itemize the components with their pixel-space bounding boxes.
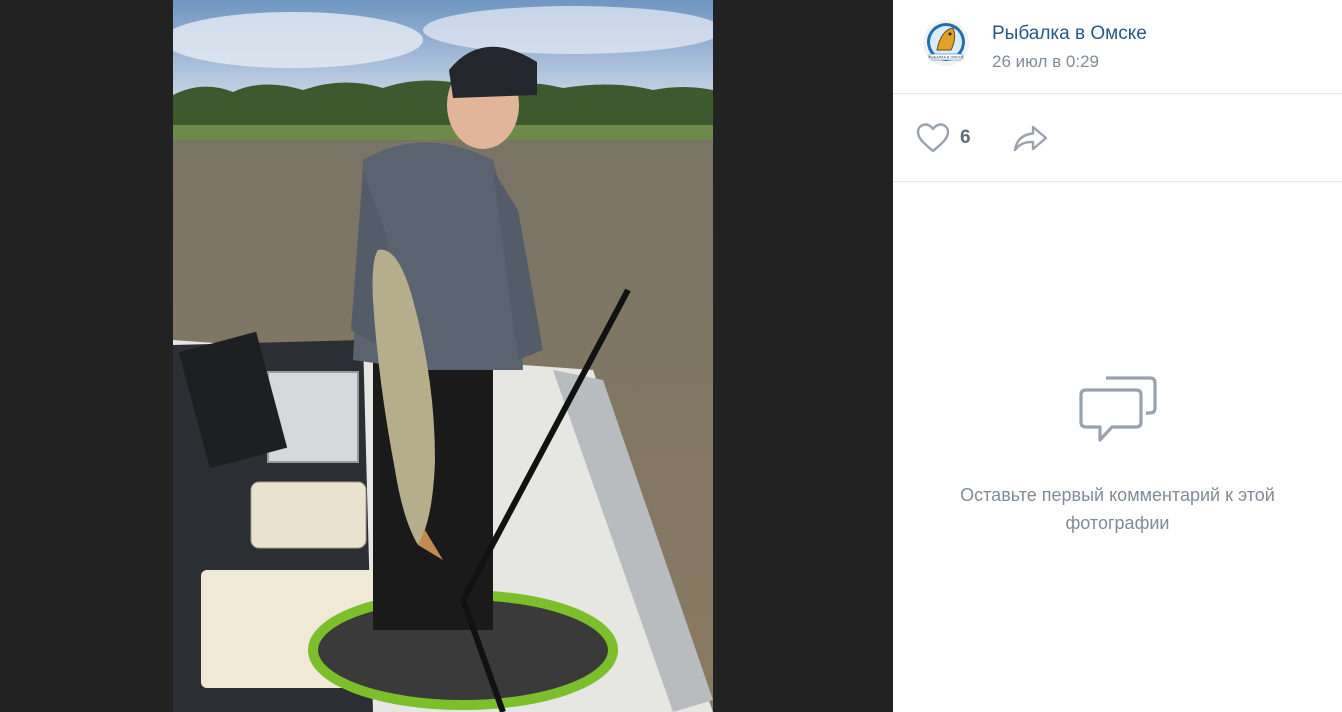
avatar-caption: РЫБАЛКА В ОМСКЕ [929, 56, 963, 60]
share-button[interactable] [1011, 122, 1051, 154]
like-count: 6 [960, 127, 971, 148]
post-date[interactable]: 26 июл в 0:29 [992, 52, 1099, 72]
photo-viewer [0, 0, 893, 712]
post-actions: 6 [893, 94, 1342, 182]
fish-logo-icon: РЫБАЛКА В ОМСКЕ [927, 23, 965, 61]
comments-icon [1078, 376, 1157, 442]
photo-illustration [173, 0, 713, 712]
side-panel: РЫБАЛКА В ОМСКЕ Рыбалка в Омске 26 июл в… [893, 0, 1342, 712]
comments-empty-text: Оставьте первый комментарий к этой фотог… [960, 485, 1275, 533]
like-button[interactable]: 6 [915, 122, 971, 154]
avatar[interactable]: РЫБАЛКА В ОМСКЕ [923, 20, 969, 66]
post-header: РЫБАЛКА В ОМСКЕ Рыбалка в Омске 26 июл в… [893, 0, 1342, 94]
post-photo[interactable] [173, 0, 713, 712]
share-arrow-icon [1013, 125, 1048, 152]
comments-empty-state: Оставьте первый комментарий к этой фотог… [893, 370, 1342, 537]
author-name[interactable]: Рыбалка в Омске [992, 23, 1147, 45]
heart-icon [916, 123, 950, 153]
